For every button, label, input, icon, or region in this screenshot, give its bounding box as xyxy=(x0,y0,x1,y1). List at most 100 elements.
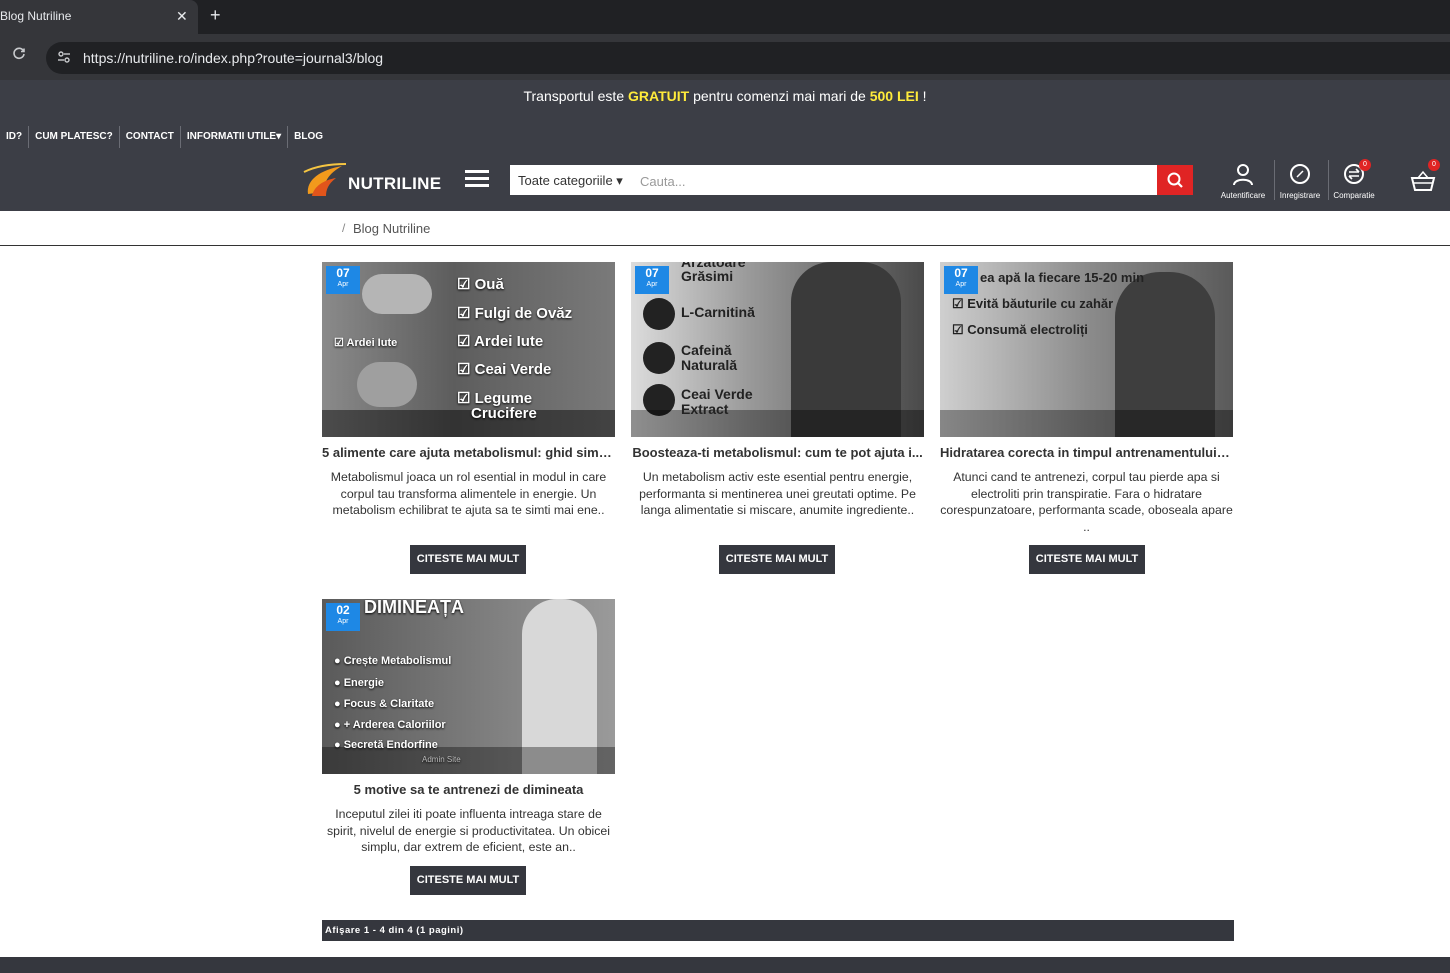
image-text: ea apă la fiecare 15-20 min xyxy=(980,270,1145,285)
post-excerpt: Atunci cand te antrenezi, corpul tau pie… xyxy=(940,470,1233,534)
post-title[interactable]: Boosteaza-ti metabolismul: cum te pot aj… xyxy=(631,445,924,460)
compare-label: Comparatie xyxy=(1333,191,1375,200)
date-day: 07 xyxy=(954,266,968,280)
image-text: ● Crește Metabolismul xyxy=(334,655,452,667)
image-text: Ceai Verde xyxy=(681,386,753,402)
date-badge: 07 Apr xyxy=(326,266,360,294)
post-image[interactable]: 07 Apr ea apă la fiecare 15-20 min ☑ Evi… xyxy=(940,262,1233,437)
breadcrumb-current[interactable]: Blog Nutriline xyxy=(353,221,430,236)
search-bar: Toate categoriile ▾ xyxy=(510,165,1193,195)
site-header: Transportul este GRATUIT pentru comenzi … xyxy=(0,80,1450,211)
compare-count-badge: 0 xyxy=(1359,159,1371,171)
blog-post-card: 07 Apr ea apă la fiecare 15-20 min ☑ Evi… xyxy=(940,262,1233,582)
promo-suffix: ! xyxy=(918,88,927,104)
reload-icon[interactable] xyxy=(12,47,26,66)
date-day: 02 xyxy=(336,603,350,617)
post-title[interactable]: Hidratarea corecta in timpul antrenament… xyxy=(940,445,1233,460)
search-button[interactable] xyxy=(1157,165,1193,195)
image-text: ☑ Ardei Iute xyxy=(457,333,544,350)
image-text: ☑ Fulgi de Ovăz xyxy=(457,305,573,322)
post-image[interactable]: 02 Apr DIMINEAȚA ● Crește Metabolismul ●… xyxy=(322,599,615,774)
eggs-image xyxy=(362,274,432,314)
blog-post-card: 02 Apr DIMINEAȚA ● Crește Metabolismul ●… xyxy=(322,599,615,899)
new-tab-button[interactable]: + xyxy=(210,5,221,26)
nav-link-blog[interactable]: BLOG xyxy=(288,126,329,148)
tab-title: Blog Nutriline xyxy=(0,9,72,23)
post-image[interactable]: 07 Apr ☑ Ouă ☑ Fulgi de Ovăz ☑ Ardei Iut… xyxy=(322,262,615,437)
blog-post-card: 07 Apr Arzătoare Grăsimi L-Carnitină Caf… xyxy=(631,262,924,582)
image-text: Extract xyxy=(681,401,729,417)
image-text: DIMINEAȚA xyxy=(364,599,464,617)
date-badge: 07 Apr xyxy=(635,266,669,294)
divider xyxy=(1274,160,1275,200)
login-link[interactable]: Autentificare xyxy=(1220,163,1266,200)
cart-link[interactable]: 0 xyxy=(1408,159,1440,197)
pagination-text: Afişare 1 - 4 din 4 (1 pagini) xyxy=(325,925,464,936)
search-icon xyxy=(1167,172,1183,188)
nav-link-contact[interactable]: CONTACT xyxy=(120,126,181,148)
post-image[interactable]: 07 Apr Arzătoare Grăsimi L-Carnitină Caf… xyxy=(631,262,924,437)
image-text: ☑ Ardei Iute xyxy=(334,337,398,349)
login-label: Autentificare xyxy=(1220,191,1266,200)
flame-icon xyxy=(643,298,675,330)
post-title[interactable]: 5 alimente care ajuta metabolismul: ghid… xyxy=(322,445,615,460)
site-settings-icon[interactable] xyxy=(56,49,72,68)
read-more-button[interactable]: CITESTE MAI MULT xyxy=(410,545,526,574)
image-text: L-Carnitină xyxy=(681,304,755,320)
nav-link-informatii-utile[interactable]: INFORMATII UTILE▾ xyxy=(181,126,289,148)
register-link[interactable]: Inregistrare xyxy=(1277,163,1323,200)
category-dropdown[interactable]: Toate categoriile ▾ xyxy=(518,173,623,189)
promo-amount: 500 LEI xyxy=(869,88,919,104)
date-month: Apr xyxy=(337,618,349,625)
promo-middle: pentru comenzi mai mari de xyxy=(689,88,870,104)
address-bar: https://nutriline.ro/index.php?route=jou… xyxy=(0,34,1450,81)
nav-link-cum-platesc[interactable]: CUM PLATESC? xyxy=(29,126,120,148)
browser-tab-bar: Blog Nutriline ✕ + xyxy=(0,0,1450,34)
read-more-button[interactable]: CITESTE MAI MULT xyxy=(1029,545,1145,574)
nav-link-id[interactable]: ID? xyxy=(0,126,30,148)
url-text: https://nutriline.ro/index.php?route=jou… xyxy=(83,50,384,66)
logo-icon xyxy=(303,163,347,196)
cart-icon xyxy=(1410,170,1436,191)
read-more-button[interactable]: CITESTE MAI MULT xyxy=(410,866,526,895)
post-excerpt: Metabolismul joaca un rol esential in mo… xyxy=(330,470,607,517)
date-badge: 02 Apr xyxy=(326,603,360,631)
image-text: Cafeină xyxy=(681,342,732,358)
blog-post-card: 07 Apr ☑ Ouă ☑ Fulgi de Ovăz ☑ Ardei Iut… xyxy=(322,262,615,582)
compare-link[interactable]: 0 Comparatie xyxy=(1331,159,1377,200)
cart-count-badge: 0 xyxy=(1428,159,1440,171)
date-day: 07 xyxy=(645,266,659,280)
image-text: ● Energie xyxy=(334,677,385,689)
image-text: ☑ Evită băuturile cu zahăr xyxy=(952,296,1114,311)
pagination-results: Afişare 1 - 4 din 4 (1 pagini) xyxy=(322,920,1234,941)
image-text: ☑ Ouă xyxy=(457,276,504,293)
register-label: Inregistrare xyxy=(1279,191,1321,200)
shipping-promo: Transportul este GRATUIT pentru comenzi … xyxy=(0,88,1450,104)
footer xyxy=(0,957,1450,973)
date-month: Apr xyxy=(955,281,967,288)
date-month: Apr xyxy=(646,281,658,288)
user-icon xyxy=(1233,164,1253,186)
image-text: ☑ Consumă electroliți xyxy=(952,322,1088,337)
breadcrumb-separator: / xyxy=(342,221,346,235)
compass-icon xyxy=(1290,164,1310,184)
browser-tab[interactable]: Blog Nutriline ✕ xyxy=(0,0,198,34)
image-text: Naturală xyxy=(681,357,738,373)
post-excerpt: Un metabolism activ este esential pentru… xyxy=(639,470,916,517)
image-text: ☑ Ceai Verde xyxy=(457,361,552,378)
divider xyxy=(1328,160,1329,200)
post-title[interactable]: 5 motive sa te antrenezi de dimineata xyxy=(322,782,615,797)
menu-icon[interactable] xyxy=(465,170,489,188)
read-more-button[interactable]: CITESTE MAI MULT xyxy=(719,545,835,574)
url-field[interactable]: https://nutriline.ro/index.php?route=jou… xyxy=(46,42,1450,74)
date-month: Apr xyxy=(337,281,349,288)
site-logo[interactable]: NUTRILINE xyxy=(302,162,442,202)
close-tab-icon[interactable]: ✕ xyxy=(176,8,188,25)
coffee-icon xyxy=(643,342,675,374)
breadcrumb: / Blog Nutriline xyxy=(0,211,1450,246)
date-badge: 07 Apr xyxy=(944,266,978,294)
date-day: 07 xyxy=(336,266,350,280)
search-input[interactable] xyxy=(638,170,1152,192)
image-text: ● + Arderea Caloriilor xyxy=(334,719,446,731)
image-text: ● Secretă Endorfine xyxy=(334,739,438,751)
